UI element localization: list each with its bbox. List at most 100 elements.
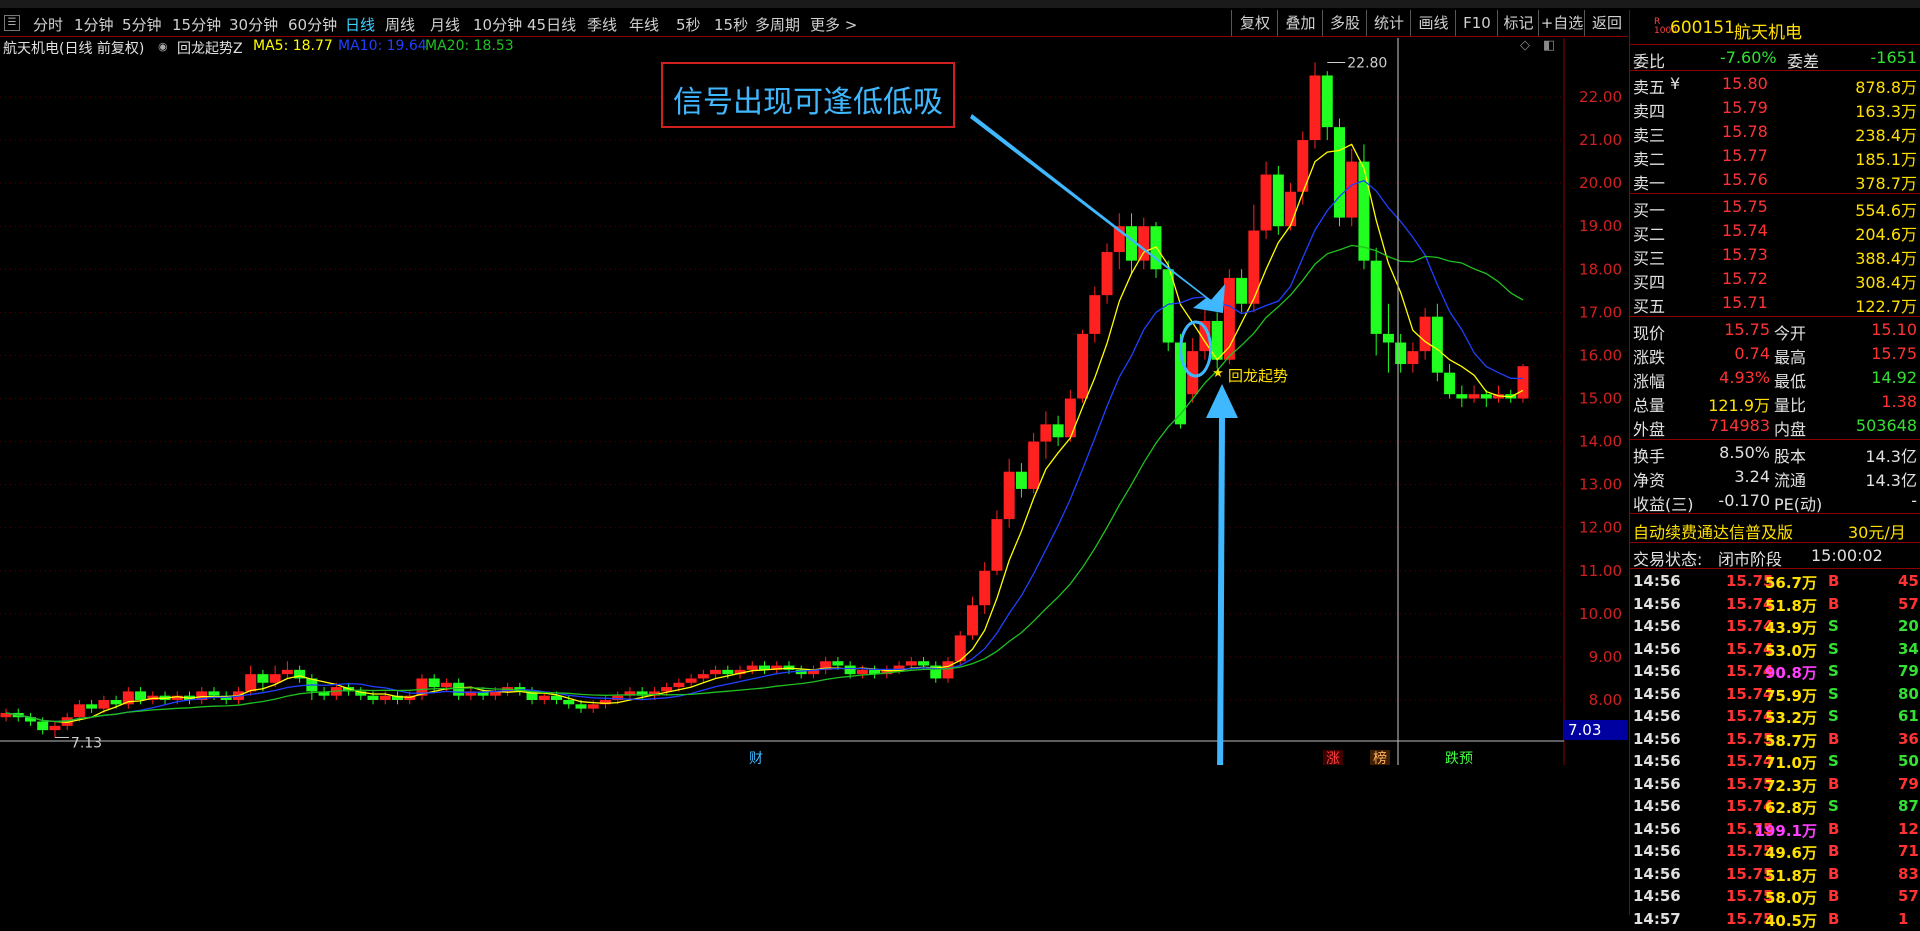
candle-body-47 [575, 704, 587, 709]
kline-chart-area[interactable]: 22.00 21.00 20.00 19.00 18.00 17.00 16.00 15.00… [0, 38, 1628, 765]
ma20-line [5, 244, 1524, 723]
ad-row[interactable]: 自动续费通达信普及版 30元/月 [1630, 517, 1920, 543]
stat-label: 股本 [1774, 447, 1807, 466]
bid-label: 买五 [1633, 297, 1666, 316]
ask-row-1: 卖四 15.79 163.3万 [1630, 96, 1920, 121]
tick-row: 14:56 15.75 51.8万 B 83 [1630, 864, 1920, 886]
bid-row-2: 买三 15.73 388.4万 [1630, 243, 1920, 268]
tick-count: 87 [1898, 797, 1919, 815]
bid-volume: 204.6万 [1855, 225, 1917, 244]
toolbar-action-0[interactable]: 复权 [1231, 10, 1278, 36]
period-tab-1[interactable]: 1分钟 [74, 14, 114, 35]
period-tab-16[interactable]: 更多 > [810, 14, 857, 35]
status-time: 15:00:02 [1811, 546, 1883, 565]
kline-chart-svg[interactable]: 22.00 21.00 20.00 19.00 18.00 17.00 16.00 15.00… [0, 38, 1628, 765]
period-tab-2[interactable]: 5分钟 [122, 14, 162, 35]
period-tab-11[interactable]: 季线 [587, 14, 617, 35]
period-tab-0[interactable]: 分时 [33, 14, 63, 35]
period-tab-12[interactable]: 年线 [629, 14, 659, 35]
ad-text[interactable]: 自动续费通达信普及版 [1633, 519, 1793, 543]
tick-side: B [1828, 819, 1840, 838]
candle-body-68 [832, 661, 844, 666]
chart-window-icon[interactable]: ◧ [1543, 38, 1555, 53]
tick-side: B [1828, 887, 1840, 905]
stat-label: 最低 [1774, 372, 1807, 391]
period-tab-10[interactable]: 45日线 [527, 14, 576, 35]
price-tick-2: 20.00 [1579, 174, 1622, 192]
ask-volume: 163.3万 [1855, 102, 1917, 121]
tick-row: 14:56 15.75 56.7万 B 45 [1630, 571, 1920, 593]
tick-count: 83 [1898, 864, 1919, 883]
toolbar-action-7[interactable]: +自选 [1538, 10, 1585, 36]
tick-side: B [1828, 729, 1840, 748]
toolbar-action-8[interactable]: 返回 [1584, 10, 1629, 36]
period-tab-14[interactable]: 15秒 [714, 14, 748, 35]
toolbar-action-4[interactable]: 画线 [1410, 10, 1456, 36]
stat-value: 4.93% [1719, 368, 1770, 387]
tick-row: 14:56 15.75 72.3万 B 79 [1630, 774, 1920, 796]
stat-value: 14.92 [1871, 368, 1917, 387]
panel-separator [1630, 568, 1920, 569]
candle-body-74 [905, 661, 917, 666]
stat-value: - [1911, 491, 1917, 510]
candle-body-95 [1162, 269, 1174, 343]
stat-label: 涨跌 [1633, 348, 1666, 367]
toolbar-action-1[interactable]: 叠加 [1277, 10, 1323, 36]
tick-volume: 40.5万 [1764, 911, 1817, 930]
candle-body-7 [86, 704, 98, 709]
toolbar-action-5[interactable]: F10 [1455, 10, 1498, 36]
stock-header: R 1000 600151 航天机电 [1630, 16, 1920, 44]
candle-body-117 [1431, 316, 1443, 373]
weicha-label: 委差 [1787, 52, 1820, 71]
tick-volume: 56.7万 [1764, 574, 1817, 592]
tick-time: 14:56 [1633, 819, 1681, 838]
chart-diamond-icon[interactable]: ◇ [1520, 38, 1530, 53]
bid-volume: 308.4万 [1855, 273, 1917, 292]
stat-row-4: 外盘 714983 内盘 503648 [1630, 414, 1920, 439]
period-tab-6[interactable]: 日线 [345, 14, 375, 35]
stat-label: 收益(三) [1633, 495, 1694, 514]
candle-body-81 [991, 519, 1003, 571]
period-tab-7[interactable]: 周线 [385, 14, 415, 35]
tick-time: 14:56 [1633, 617, 1681, 635]
candle-body-9 [110, 700, 122, 705]
price-tick-5: 17.00 [1579, 303, 1622, 321]
bid-volume: 554.6万 [1855, 201, 1917, 220]
period-tab-8[interactable]: 月线 [430, 14, 460, 35]
indicator-toggle-icon[interactable]: ◉ [158, 40, 168, 53]
stat-label: 量比 [1774, 396, 1807, 415]
high-label: 22.80 [1347, 56, 1387, 72]
tick-count: 123 [1898, 819, 1920, 838]
candle-body-48 [587, 704, 599, 709]
bid-price: 15.72 [1722, 269, 1768, 288]
period-tab-15[interactable]: 多周期 [755, 14, 800, 35]
period-tab-5[interactable]: 60分钟 [288, 14, 337, 35]
period-tab-4[interactable]: 30分钟 [229, 14, 278, 35]
tick-side: S [1828, 684, 1839, 703]
period-tab-13[interactable]: 5秒 [676, 14, 701, 35]
tick-count: 79 [1898, 774, 1919, 793]
tick-side: B [1828, 842, 1840, 860]
indicator-name[interactable]: 回龙起势Z [177, 38, 243, 58]
period-tab-3[interactable]: 15分钟 [172, 14, 221, 35]
ask-row-0: 卖五 ¥15.80 878.8万 [1630, 72, 1920, 97]
toolbar-action-3[interactable]: 统计 [1366, 10, 1411, 36]
tick-time: 14:56 [1633, 864, 1681, 883]
candle-body-56 [685, 678, 697, 683]
period-tab-9[interactable]: 10分钟 [473, 14, 522, 35]
tick-row: 14:56 15.75 58.0万 B 57 [1630, 886, 1920, 908]
candle-body-111 [1358, 161, 1370, 261]
toolbar-menu-icon[interactable]: ☰ [4, 15, 20, 31]
candle-body-59 [722, 669, 734, 675]
weibi-label: 委比 [1633, 52, 1666, 71]
ad-price[interactable]: 30元/月 [1848, 519, 1906, 543]
tick-row: 14:56 15.74 90.8万 S 79 [1630, 661, 1920, 683]
candle-body-84 [1028, 441, 1040, 489]
toolbar-action-6[interactable]: 标记 [1497, 10, 1539, 36]
toolbar-action-2[interactable]: 多股 [1322, 10, 1367, 36]
tick-time: 14:56 [1633, 729, 1681, 748]
candle-body-112 [1370, 260, 1382, 334]
candle-body-58 [710, 669, 722, 675]
ask-volume: 878.8万 [1855, 78, 1917, 97]
candle-body-83 [1015, 471, 1027, 489]
